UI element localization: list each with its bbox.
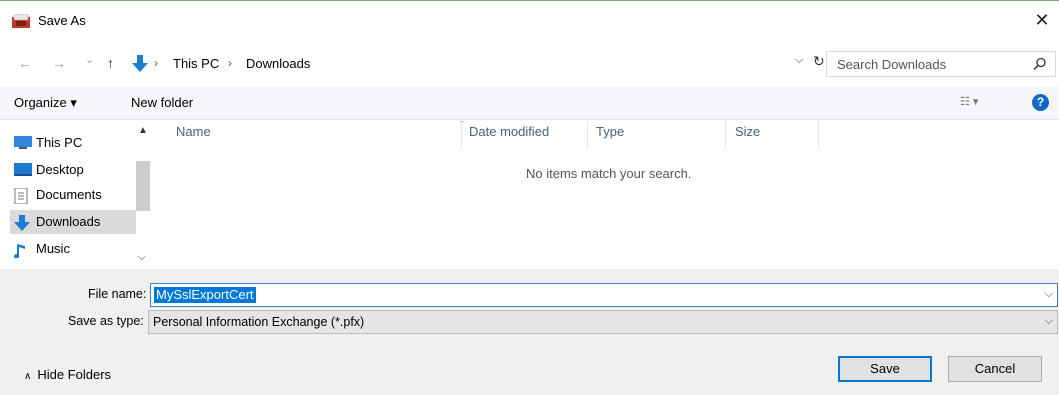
nav-item-downloads[interactable]: Downloads: [10, 210, 136, 234]
save-type-dropdown-icon[interactable]: ⌵: [1045, 315, 1053, 328]
window-title: Save As: [38, 13, 86, 28]
column-header-date-modified[interactable]: Date modified: [469, 124, 549, 152]
file-name-field[interactable]: MySslExportCert ⌵: [150, 283, 1058, 307]
nav-item-label: Desktop: [36, 162, 84, 177]
search-icon: [1033, 57, 1046, 71]
nav-item-desktop[interactable]: Desktop: [14, 158, 136, 182]
column-divider: [818, 121, 819, 149]
column-divider: [725, 121, 726, 149]
scroll-up-icon[interactable]: ▲: [138, 125, 148, 136]
file-name-dropdown-icon[interactable]: ⌵: [1045, 288, 1053, 301]
computer-icon: [14, 136, 32, 149]
search-input[interactable]: Search Downloads: [826, 51, 1056, 77]
command-toolbar: Organize ▾ New folder ☷ ▾ ?: [0, 87, 1059, 120]
up-button[interactable]: ↑: [107, 55, 114, 71]
nav-item-label: Documents: [36, 187, 102, 202]
back-button[interactable]: ←: [18, 55, 32, 71]
file-name-label: File name:: [88, 287, 147, 301]
refresh-icon[interactable]: ↻: [813, 53, 825, 70]
hide-folders-label: Hide Folders: [37, 367, 112, 382]
save-type-select[interactable]: Personal Information Exchange (*.pfx) ⌵: [148, 310, 1058, 334]
recent-locations-button[interactable]: ⌄: [85, 53, 94, 66]
scroll-down-icon[interactable]: ⌵: [138, 252, 146, 263]
nav-item-music[interactable]: Music: [14, 237, 136, 261]
title-bar: Save As ✕: [0, 1, 1059, 37]
column-header-size[interactable]: Size: [735, 124, 760, 152]
save-as-dialog: Save As ✕ ← → ⌄ ↑ › This PC › Downloads …: [0, 0, 1059, 395]
save-type-label: Save as type:: [68, 314, 144, 328]
close-button[interactable]: ✕: [1025, 7, 1059, 33]
address-dropdown-icon[interactable]: ⌵: [795, 54, 803, 67]
nav-scrollbar[interactable]: ▲ ⌵: [136, 119, 150, 269]
documents-icon: [14, 188, 28, 204]
chevron-up-icon: ∧: [24, 371, 32, 382]
nav-item-label: Music: [36, 241, 70, 256]
change-view-button[interactable]: ☷ ▾: [960, 95, 978, 108]
column-header-type[interactable]: Type: [596, 124, 624, 152]
help-icon[interactable]: ?: [1032, 94, 1049, 111]
file-list: ⌄ Name Date modified Type Size No items …: [150, 115, 1059, 269]
hide-folders-button[interactable]: ∧ Hide Folders: [24, 367, 111, 382]
forward-button[interactable]: →: [52, 55, 66, 71]
save-form: File name: MySslExportCert ⌵ Save as typ…: [0, 269, 1059, 395]
scroll-thumb[interactable]: [136, 161, 150, 211]
breadcrumb-this-pc[interactable]: This PC: [173, 56, 219, 71]
nav-item-this-pc[interactable]: This PC: [14, 131, 136, 155]
new-folder-button[interactable]: New folder: [131, 95, 193, 110]
breadcrumb-separator: ›: [154, 56, 158, 70]
nav-item-label: Downloads: [36, 214, 101, 229]
navigation-pane: This PC Desktop Documents Downloads Musi…: [0, 119, 150, 269]
organize-button[interactable]: Organize ▾: [14, 95, 77, 111]
breadcrumb-separator: ›: [228, 56, 232, 70]
save-type-value: Personal Information Exchange (*.pfx): [153, 315, 365, 329]
cancel-button[interactable]: Cancel: [948, 356, 1042, 382]
downloads-arrow-icon: [132, 55, 148, 72]
music-icon: [14, 244, 25, 258]
file-name-value: MySslExportCert: [154, 287, 256, 303]
save-button[interactable]: Save: [838, 356, 932, 382]
desktop-folder-icon: [14, 163, 32, 176]
column-header-name[interactable]: Name: [176, 124, 211, 152]
breadcrumb-downloads[interactable]: Downloads: [246, 56, 310, 71]
empty-message: No items match your search.: [526, 166, 692, 181]
search-placeholder: Search Downloads: [837, 57, 947, 72]
address-bar[interactable]: › This PC › Downloads: [130, 52, 818, 76]
column-divider: [461, 121, 462, 149]
column-divider: [587, 121, 588, 149]
nav-item-documents[interactable]: Documents: [14, 183, 136, 207]
save-dialog-icon: [12, 14, 30, 28]
downloads-icon: [14, 215, 30, 231]
nav-item-label: This PC: [36, 135, 83, 150]
